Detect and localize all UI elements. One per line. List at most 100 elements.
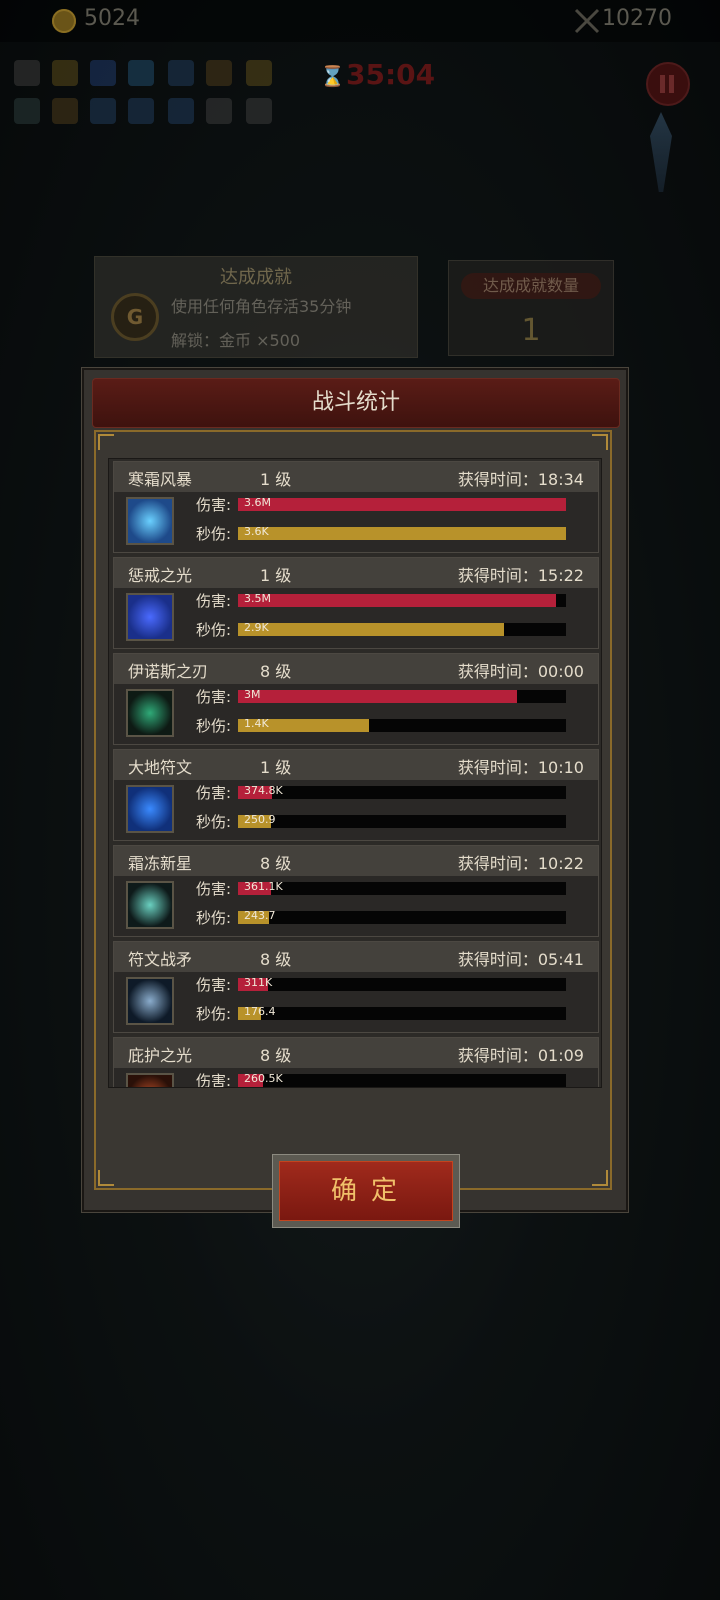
weapon-level: 1 级: [260, 566, 292, 585]
battle-stats-panel: 战斗统计 寒霜风暴 1 级 获得时间：18:34 伤害: 3.6M 秒伤: 3.6K 惩戒之光…: [82, 368, 628, 1228]
entry-body: 伤害:260.5K秒伤:: [114, 1068, 598, 1088]
achievement-count-label: 达成成就数量: [461, 273, 601, 299]
damage-value: 311K: [244, 976, 273, 989]
panel-title: 战斗统计: [311, 390, 400, 415]
weapon-level: 1 级: [260, 758, 292, 777]
entry-body: 伤害: 3.5M 秒伤: 2.9K: [114, 588, 598, 648]
weapon-entry: 寒霜风暴 1 级 获得时间：18:34 伤害: 3.6M 秒伤: 3.6K: [113, 461, 599, 553]
confirm-label: 确定: [330, 1176, 411, 1206]
entry-body: 伤害: 361.1K 秒伤: 243.7: [114, 876, 598, 936]
pause-icon: [660, 75, 665, 93]
frost-skill-icon: [128, 60, 154, 86]
frame-corner: [592, 1170, 608, 1186]
dps-bar: 2.9K: [238, 621, 566, 636]
panel-inner-frame: 寒霜风暴 1 级获得时间：18:34 伤害: 3.6M 秒伤: 3.6K 惩戒之光 1 级获得…: [94, 430, 612, 1228]
damage-value: 374.8K: [244, 784, 283, 797]
dps-value: 1.4K: [244, 717, 269, 730]
damage-value: 361.1K: [244, 880, 283, 893]
frost-storm-icon: [126, 497, 174, 545]
horn-skill-icon: [206, 60, 232, 86]
frame-corner: [592, 434, 608, 450]
entry-header: 惩戒之光 1 级 获得时间：15:22: [114, 558, 598, 588]
weapon-level: 8 级: [260, 950, 292, 969]
weapon-entry: 霜冻新星 8 级 获得时间：10:22 伤害: 361.1K 秒伤: 243.7: [113, 845, 599, 937]
damage-label: 伤害:: [196, 688, 232, 706]
dps-bar: 3.6K: [238, 525, 566, 540]
weapon-entry: 庇护之光8 级获得时间：01:09伤害:260.5K秒伤:: [113, 1037, 599, 1088]
weapon-level: 1 级: [260, 470, 292, 489]
light-orb-skill-icon: [52, 60, 78, 86]
dps-value: 3.6K: [244, 525, 269, 538]
damage-label: 伤害:: [196, 976, 232, 994]
dps-value: 2.9K: [244, 621, 269, 634]
entry-header: 伊诺斯之刃 8 级 获得时间：00:00: [114, 654, 598, 684]
weapon-name: 大地符文: [128, 758, 193, 777]
crystal-skill-icon: [90, 98, 116, 124]
damage-value: 3.5M: [244, 592, 271, 605]
panel-header: 战斗统计: [92, 378, 620, 428]
hourglass-icon: ⌛: [320, 64, 345, 88]
acquired-time: 获得时间：00:00: [457, 662, 584, 681]
weapon-name: 庇护之光: [128, 1046, 193, 1065]
entry-header: 寒霜风暴 1 级 获得时间：18:34: [114, 462, 598, 492]
acquired-time: 获得时间：10:10: [457, 758, 584, 777]
entry-header: 符文战矛 8 级 获得时间：05:41: [114, 942, 598, 972]
damage-bar: 3.6M: [238, 496, 566, 511]
kill-count: 10270: [602, 6, 672, 31]
achievement-banner: 达成成就 G 使用任何角色存活35分钟 解锁：金币 ×500: [94, 256, 418, 358]
coin-skill-icon: [52, 98, 78, 124]
pause-button[interactable]: [646, 62, 690, 106]
weapon-level: 8 级: [260, 854, 292, 873]
weapon-entry: 符文战矛 8 级 获得时间：05:41 伤害: 311K 秒伤: 176.4: [113, 941, 599, 1033]
entry-header: 霜冻新星 8 级 获得时间：10:22: [114, 846, 598, 876]
damage-label: 伤害:: [196, 784, 232, 802]
frame-corner: [98, 1170, 114, 1186]
crossed-swords-icon: [574, 8, 600, 34]
damage-label: 伤害:: [196, 1072, 232, 1088]
damage-bar: 311K: [238, 976, 566, 991]
spellbook-icon: [126, 593, 174, 641]
dps-bar: 176.4: [238, 1005, 566, 1020]
spellbook-skill-icon: [90, 60, 116, 86]
entry-body: 伤害: 374.8K 秒伤: 250.9: [114, 780, 598, 840]
damage-bar: 374.8K: [238, 784, 566, 799]
box-skill-icon: [206, 98, 232, 124]
weapon-level: 8 级: [260, 662, 292, 681]
dps-label: 秒伤:: [196, 1005, 232, 1023]
dps-label: 秒伤:: [196, 717, 232, 735]
gold-count: 5024: [84, 6, 140, 31]
entry-header: 庇护之光 8 级 获得时间：01:09: [114, 1038, 598, 1068]
weapon-name: 惩戒之光: [128, 566, 193, 585]
dps-value: 176.4: [244, 1005, 276, 1018]
weapon-name: 霜冻新星: [128, 854, 193, 873]
achievement-reward: 解锁：金币 ×500: [171, 331, 301, 350]
game-timer: 35:04: [346, 58, 436, 91]
dps-bar: 243.7: [238, 909, 566, 924]
damage-bar-fill: [238, 690, 517, 703]
acquired-time: 获得时间：15:22: [457, 566, 584, 585]
damage-label: 伤害:: [196, 496, 232, 514]
shuriken-icon: [126, 689, 174, 737]
weapon-name: 伊诺斯之刃: [128, 662, 209, 681]
dps-value: 243.7: [244, 909, 276, 922]
earth-rune-icon: [126, 785, 174, 833]
dps-bar-fill: [238, 623, 504, 636]
dps-bar: 1.4K: [238, 717, 566, 732]
weapon-entry: 惩戒之光 1 级 获得时间：15:22 伤害: 3.5M 秒伤: 2.9K: [113, 557, 599, 649]
confirm-button[interactable]: 确定: [272, 1154, 460, 1228]
damage-bar-fill: [238, 498, 566, 511]
shuriken-skill-icon: [14, 98, 40, 124]
weapon-name: 符文战矛: [128, 950, 193, 969]
dps-label: 秒伤:: [196, 909, 232, 927]
crossed-swords-skill-icon: [14, 60, 40, 86]
entry-body: 伤害: 3M 秒伤: 1.4K: [114, 684, 598, 744]
achievement-count-value: 1: [521, 313, 541, 348]
rune-spear-icon: [126, 977, 174, 1025]
acquired-time: 获得时间：18:34: [457, 470, 584, 489]
weapon-stats-list[interactable]: 寒霜风暴 1 级获得时间：18:34 伤害: 3.6M 秒伤: 3.6K 惩戒之光 1 级获得…: [108, 458, 602, 1088]
damage-bar-fill: [238, 594, 557, 607]
weapon-entry: 大地符文 1 级 获得时间：10:10 伤害: 374.8K 秒伤: 250.9: [113, 749, 599, 841]
damage-label: 伤害:: [196, 592, 232, 610]
weapon-entry: 伊诺斯之刃 8 级 获得时间：00:00 伤害: 3M 秒伤: 1.4K: [113, 653, 599, 745]
damage-bar: 3M: [238, 688, 566, 703]
